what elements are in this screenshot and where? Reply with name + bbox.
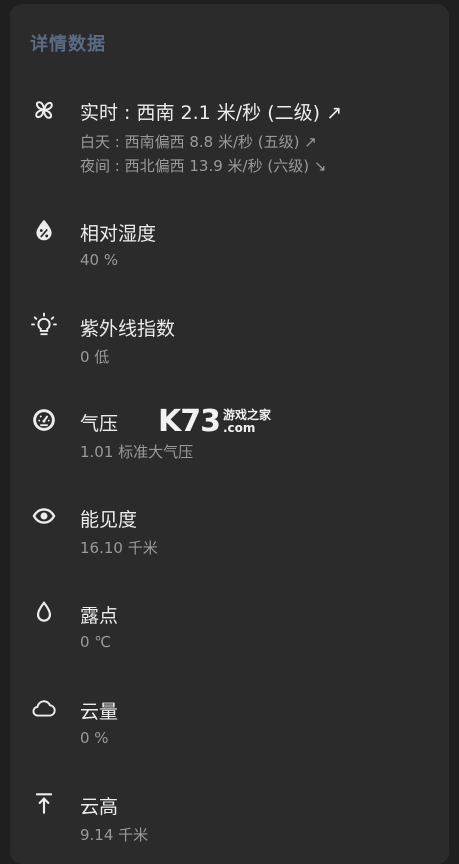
- watermark-logo: K73 游戏之家 .com: [158, 404, 271, 439]
- humidity-value: 40 %: [80, 251, 119, 269]
- watermark-text: 游戏之家 .com: [223, 407, 272, 435]
- pressure-label: 气压: [80, 413, 119, 435]
- watermark-domain: .com: [223, 420, 256, 435]
- pressure-value: 1.01 标准大气压: [80, 443, 194, 461]
- dew-point-value: 0 ℃: [80, 633, 112, 651]
- drop-icon: [30, 598, 58, 626]
- cloud-cover-label: 云量: [80, 701, 119, 723]
- wind-day: 白天 : 西南偏西 8.8 米/秒 (五级) ↗: [80, 133, 317, 151]
- lightbulb-icon: [30, 311, 58, 339]
- watermark-k73: K73: [158, 404, 221, 439]
- visibility-label: 能见度: [80, 509, 138, 531]
- humidity-drop-icon: [30, 216, 58, 244]
- cloud-icon: [30, 694, 58, 722]
- section-title: 详情数据: [30, 34, 106, 55]
- visibility-value: 16.10 千米: [80, 539, 158, 557]
- uv-value: 0 低: [80, 348, 110, 366]
- cloud-height-label: 云高: [80, 796, 119, 818]
- humidity-label: 相对湿度: [80, 223, 157, 245]
- eye-icon: [30, 502, 58, 530]
- uv-label: 紫外线指数: [80, 318, 176, 340]
- wind-realtime: 实时 : 西南 2.1 米/秒 (二级) ↗: [80, 102, 343, 124]
- cloud-cover-value: 0 %: [80, 729, 109, 747]
- arrow-up-bar-icon: [30, 789, 58, 817]
- cloud-height-value: 9.14 千米: [80, 826, 149, 844]
- fan-icon: [30, 96, 58, 124]
- watermark-cn: 游戏之家: [223, 407, 272, 422]
- dew-point-label: 露点: [80, 605, 119, 627]
- gauge-icon: [30, 406, 58, 434]
- wind-night: 夜间 : 西北偏西 13.9 米/秒 (六级) ↘: [80, 157, 327, 175]
